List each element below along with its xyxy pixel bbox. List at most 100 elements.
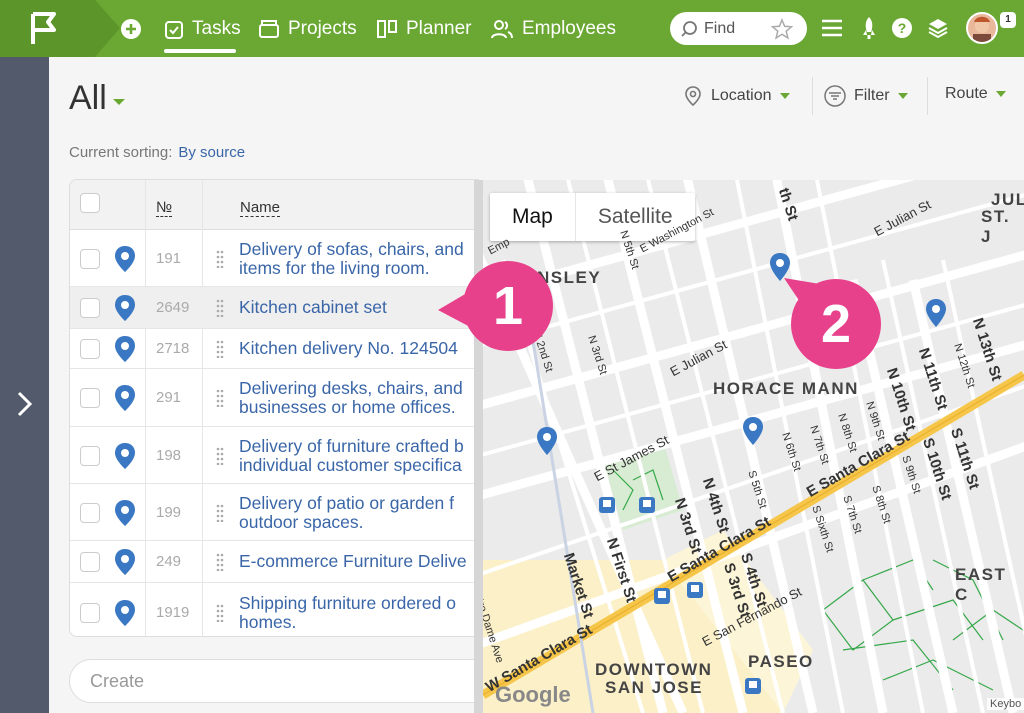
table-row[interactable]: 199 Delivery of patio or garden f outdoor … [70, 484, 478, 541]
star-icon[interactable] [771, 18, 793, 40]
row-name-line: outdoor spaces. [239, 511, 364, 532]
table-row[interactable]: 291 Delivering desks, chairs, and business… [70, 369, 478, 427]
row-checkbox[interactable] [80, 552, 100, 572]
row-name-line: individual customer specifica [239, 454, 462, 475]
caret-down-icon [897, 93, 908, 99]
view-selector[interactable]: All [69, 79, 125, 118]
nav-projects[interactable]: Projects [258, 0, 357, 57]
expand-chevron-icon[interactable] [14, 390, 34, 418]
map-pin-icon[interactable] [114, 294, 136, 322]
add-button[interactable] [120, 0, 142, 57]
area-label: DOWNTOWN [595, 660, 713, 679]
map-pin-icon[interactable] [114, 245, 136, 273]
map-resize-handle[interactable] [474, 180, 483, 713]
row-name-link[interactable]: Delivery of sofas, chairs, and items for … [239, 240, 475, 278]
row-name-line: businesses or home offices. [239, 397, 456, 417]
drag-handle-icon[interactable] [216, 340, 224, 358]
row-checkbox[interactable] [80, 388, 100, 408]
drag-handle-icon[interactable] [216, 553, 224, 571]
nav-projects-label: Projects [288, 17, 357, 39]
map-pin-icon[interactable] [114, 548, 136, 576]
select-all-checkbox[interactable] [80, 193, 100, 213]
map-marker-icon[interactable] [536, 426, 558, 456]
nav-employees[interactable]: Employees [490, 0, 616, 57]
sorting-value-link[interactable]: By source [178, 144, 245, 161]
search-input[interactable]: Find [670, 12, 807, 45]
nav-planner[interactable]: Planner [376, 0, 472, 57]
row-checkbox[interactable] [80, 603, 100, 623]
box-icon [259, 19, 279, 38]
map-tab[interactable]: Map [490, 193, 575, 241]
row-checkbox[interactable] [80, 248, 100, 269]
people-icon [491, 19, 513, 38]
map-pin-icon[interactable] [114, 335, 136, 363]
row-name-link[interactable]: Shipping furniture ordered o homes. [239, 594, 475, 632]
google-logo: Google [495, 682, 571, 707]
row-number: 199 [156, 503, 182, 521]
drag-handle-icon[interactable] [216, 604, 224, 622]
row-name-link[interactable]: Kitchen delivery No. 124504 [239, 339, 475, 358]
row-name-line: items for the living room. [239, 257, 430, 278]
map-marker-icon[interactable] [925, 298, 947, 328]
drag-handle-icon[interactable] [216, 250, 224, 268]
callout-badge-1: 1 [463, 261, 553, 351]
row-name-line: Delivery of patio or garden f [239, 493, 454, 513]
row-name-link[interactable]: Delivering desks, chairs, and businesses … [239, 379, 475, 417]
row-name-line: Shipping furniture ordered o [239, 594, 456, 613]
table-row[interactable]: 249 E-commerce Furniture Delive [70, 541, 478, 583]
table-row[interactable]: 2718 Kitchen delivery No. 124504 [70, 329, 478, 369]
transit-icon [639, 497, 655, 513]
search-icon [681, 20, 697, 37]
table-row[interactable]: 1919 Shipping furniture ordered o homes. [70, 583, 478, 636]
map-marker-icon[interactable] [742, 416, 764, 446]
row-number: 2649 [156, 299, 190, 316]
help-icon[interactable]: ? [891, 17, 913, 39]
map-pin-icon[interactable] [114, 499, 136, 527]
table-row[interactable]: 191 Delivery of sofas, chairs, and items f… [70, 230, 478, 287]
filter-button[interactable]: Filter [824, 85, 908, 107]
column-header-name[interactable]: Name [240, 199, 281, 217]
map-pin-icon[interactable] [114, 599, 136, 627]
map-pin-icon[interactable] [114, 384, 136, 412]
keyboard-shortcuts-link[interactable]: Keybo [987, 698, 1024, 710]
layers-icon[interactable] [927, 17, 949, 39]
nav-planner-label: Planner [406, 17, 472, 39]
drag-handle-icon[interactable] [216, 389, 224, 407]
clipboard-check-icon [165, 20, 183, 39]
table-row[interactable]: 198 Delivery of furniture crafted b indivi… [70, 427, 478, 484]
row-name-line: Delivery of sofas, chairs, and [239, 239, 464, 259]
rocket-icon[interactable] [860, 16, 878, 40]
location-pin-icon [685, 86, 701, 107]
table-row[interactable]: 2649 Kitchen cabinet set [70, 287, 478, 329]
transit-icon [599, 497, 615, 513]
app-logo-icon[interactable] [0, 0, 120, 57]
row-checkbox[interactable] [80, 298, 100, 318]
row-name-line: Delivery of furniture crafted b [239, 436, 464, 456]
menu-icon[interactable] [821, 18, 843, 38]
route-button[interactable]: Route [945, 85, 1006, 103]
sorting-label: Current sorting: [69, 144, 173, 161]
row-name-link[interactable]: E-commerce Furniture Delive [239, 552, 475, 571]
location-label: Location [711, 87, 772, 104]
create-input[interactable]: Create [69, 659, 489, 703]
drag-handle-icon[interactable] [216, 299, 224, 317]
callout-pointer [438, 290, 472, 328]
row-checkbox[interactable] [80, 502, 100, 523]
map-pin-icon[interactable] [114, 442, 136, 470]
row-name-link[interactable]: Delivery of patio or garden f outdoor spa… [239, 494, 475, 532]
column-header-number[interactable]: № [156, 199, 173, 217]
svg-text:?: ? [898, 20, 907, 36]
drag-handle-icon[interactable] [216, 504, 224, 522]
filter-label: Filter [854, 87, 890, 104]
location-button[interactable]: Location [683, 85, 790, 107]
row-name-link[interactable]: Delivery of furniture crafted b individua… [239, 437, 475, 475]
row-checkbox[interactable] [80, 339, 100, 359]
drag-handle-icon[interactable] [216, 447, 224, 465]
transit-icon [687, 582, 703, 598]
callout-pointer [784, 278, 820, 308]
map-view[interactable]: Map Satellite HORACE MANN DOWNTOWN SAN J… [483, 180, 1024, 713]
user-avatar[interactable] [966, 12, 998, 44]
row-name-line: E-commerce Furniture Delive [239, 552, 467, 571]
row-checkbox[interactable] [80, 445, 100, 466]
sorting-info: Current sorting: By source [69, 144, 245, 161]
